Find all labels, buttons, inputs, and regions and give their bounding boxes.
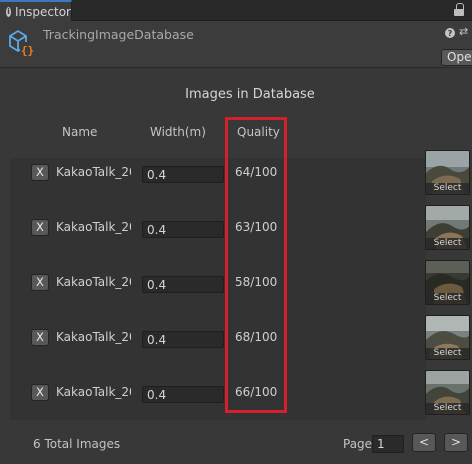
image-thumbnail[interactable]: Select <box>425 205 470 250</box>
reference-image-library-icon: {} <box>9 29 35 57</box>
select-image-button[interactable]: Select <box>426 348 469 359</box>
help-icon[interactable]: ? <box>445 28 455 38</box>
open-button[interactable]: Open <box>441 49 472 66</box>
image-thumbnail[interactable]: Select <box>425 315 470 360</box>
column-header-width: Width(m) <box>150 125 206 139</box>
select-image-button[interactable]: Select <box>426 238 469 249</box>
remove-image-button[interactable]: X <box>31 219 49 236</box>
width-field[interactable] <box>142 221 224 238</box>
width-field[interactable] <box>142 166 224 183</box>
settings-icon[interactable]: ⇄ <box>459 26 468 38</box>
page-number-field[interactable] <box>372 435 404 453</box>
image-thumbnail[interactable]: Select <box>425 150 470 195</box>
page-label: Page <box>343 437 373 451</box>
tab-inspector[interactable]: i Inspector <box>0 0 72 21</box>
width-field[interactable] <box>142 386 224 403</box>
image-name: KakaoTalk_20 <box>56 165 131 179</box>
next-page-button[interactable]: > <box>444 433 468 452</box>
remove-image-button[interactable]: X <box>31 164 49 181</box>
lock-icon[interactable] <box>454 3 464 17</box>
image-name: KakaoTalk_20 <box>56 385 131 399</box>
info-icon: i <box>6 6 12 17</box>
select-image-button[interactable]: Select <box>426 183 469 194</box>
select-image-button[interactable]: Select <box>426 293 469 304</box>
image-thumbnail[interactable]: Select <box>425 260 470 305</box>
remove-image-button[interactable]: X <box>31 274 49 291</box>
previous-page-button[interactable]: < <box>412 433 436 452</box>
section-title: Images in Database <box>185 87 315 102</box>
svg-text:{}: {} <box>21 44 34 57</box>
asset-title: TrackingImageDatabase <box>43 27 194 42</box>
select-image-button[interactable]: Select <box>426 403 469 414</box>
image-thumbnail[interactable]: Select <box>425 370 470 415</box>
image-name: KakaoTalk_20 <box>56 220 131 234</box>
image-name: KakaoTalk_20 <box>56 330 131 344</box>
width-field[interactable] <box>142 331 224 348</box>
column-header-name: Name <box>62 125 98 139</box>
remove-image-button[interactable]: X <box>31 329 49 346</box>
width-field[interactable] <box>142 276 224 293</box>
quality-column-highlight <box>225 117 287 413</box>
tab-label: Inspector <box>15 4 71 19</box>
remove-image-button[interactable]: X <box>31 384 49 401</box>
tab-bar: i Inspector <box>0 0 472 21</box>
image-name: KakaoTalk_20 <box>56 275 131 289</box>
total-images-count: 6 Total Images <box>33 437 121 451</box>
inspector-header: {} TrackingImageDatabase ? ⇄ Open <box>0 21 472 68</box>
